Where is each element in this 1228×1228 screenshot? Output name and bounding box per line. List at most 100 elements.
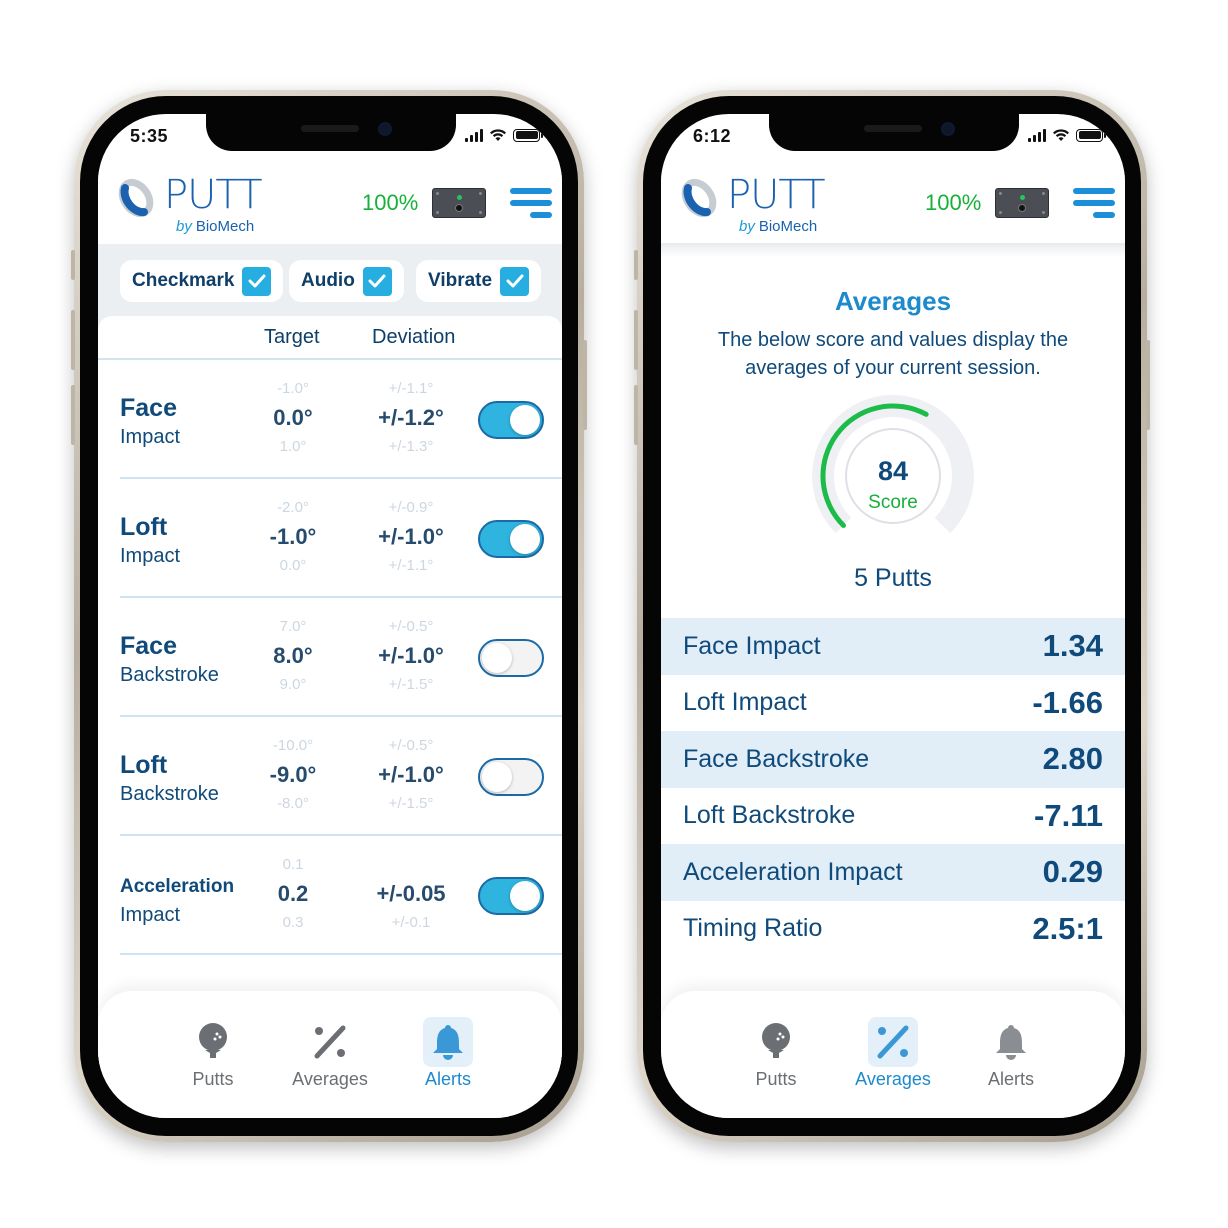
deviation-option-next[interactable]: +/-0.1 xyxy=(366,912,456,934)
enable-toggle[interactable] xyxy=(478,639,544,677)
target-option-prev[interactable]: 0.1 xyxy=(248,854,338,876)
target-value[interactable]: -1.0° xyxy=(248,519,338,555)
cellular-signal-icon xyxy=(465,128,483,142)
target-option-prev[interactable]: -1.0° xyxy=(248,378,338,400)
deviation-option-next[interactable]: +/-1.3° xyxy=(366,436,456,458)
deviation-value[interactable]: +/-1.0° xyxy=(366,519,456,555)
sensor-device-icon[interactable] xyxy=(995,188,1049,218)
average-label: Face Backstroke xyxy=(683,744,870,773)
option-label: Audio xyxy=(301,270,355,291)
target-picker[interactable]: 7.0° 8.0° 9.0° xyxy=(248,616,338,696)
target-option-next[interactable]: 0.0° xyxy=(248,555,338,577)
target-picker[interactable]: 0.1 0.2 0.3 xyxy=(248,854,338,934)
column-header-deviation: Deviation xyxy=(372,326,456,348)
target-picker[interactable]: -2.0° -1.0° 0.0° xyxy=(248,497,338,577)
setting-subname: Backstroke xyxy=(120,664,219,686)
enable-toggle[interactable] xyxy=(478,401,544,439)
setting-subname: Backstroke xyxy=(120,783,219,805)
deviation-picker[interactable]: +/-0.9° +/-1.0° +/-1.1° xyxy=(366,497,456,577)
golf-ball-tee-icon xyxy=(199,1023,227,1058)
checkmark-option[interactable]: Checkmark xyxy=(120,260,284,302)
average-label: Timing Ratio xyxy=(683,914,823,943)
side-button xyxy=(583,340,587,430)
average-row: Acceleration Impact 0.29 xyxy=(661,844,1125,901)
target-value[interactable]: 0.2 xyxy=(248,876,338,912)
average-value: 0.29 xyxy=(1042,854,1103,890)
option-label: Checkmark xyxy=(132,270,235,291)
logo-byline: by BioMech xyxy=(739,218,817,235)
deviation-option-prev[interactable]: +/-0.5° xyxy=(366,735,456,757)
target-option-next[interactable]: 1.0° xyxy=(248,436,338,458)
alerts-screen: 5:35 PUTT by BioMech 100% Checkmark Audi… xyxy=(98,114,562,1118)
hamburger-menu-icon[interactable] xyxy=(510,186,552,220)
deviation-picker[interactable]: +/-1.1° +/-1.2° +/-1.3° xyxy=(366,378,456,458)
average-row: Face Impact 1.34 xyxy=(661,618,1125,675)
target-picker[interactable]: -1.0° 0.0° 1.0° xyxy=(248,378,338,458)
audio-option[interactable]: Audio xyxy=(289,260,404,302)
target-picker[interactable]: -10.0° -9.0° -8.0° xyxy=(248,735,338,815)
deviation-option-prev[interactable]: +/-0.9° xyxy=(366,497,456,519)
enable-toggle[interactable] xyxy=(478,520,544,558)
average-value: 2.5:1 xyxy=(1032,910,1103,946)
enable-toggle[interactable] xyxy=(478,877,544,915)
setting-subname: Impact xyxy=(120,545,181,567)
device-battery-percent: 100% xyxy=(362,190,419,215)
enable-toggle[interactable] xyxy=(478,758,544,796)
device-battery-percent: 100% xyxy=(925,190,982,215)
average-value: 1.34 xyxy=(1042,628,1103,664)
target-option-prev[interactable]: 7.0° xyxy=(248,616,338,638)
tab-alerts[interactable]: Alerts xyxy=(961,1017,1061,1090)
target-option-next[interactable]: 0.3 xyxy=(248,912,338,934)
vibrate-option[interactable]: Vibrate xyxy=(416,260,542,302)
deviation-picker[interactable]: +/-0.5° +/-1.0° +/-1.5° xyxy=(366,616,456,696)
tab-putts[interactable]: Putts xyxy=(163,1017,263,1090)
sensor-device-icon[interactable] xyxy=(432,188,486,218)
target-option-next[interactable]: 9.0° xyxy=(248,674,338,696)
hamburger-menu-icon[interactable] xyxy=(1073,186,1115,220)
checkbox-checked-icon[interactable] xyxy=(242,266,272,296)
average-value: -7.11 xyxy=(1034,797,1103,833)
target-value[interactable]: 0.0° xyxy=(248,400,338,436)
average-row: Loft Backstroke -7.11 xyxy=(661,788,1125,845)
deviation-option-next[interactable]: +/-1.1° xyxy=(366,555,456,577)
target-option-prev[interactable]: -10.0° xyxy=(248,735,338,757)
averages-table: Face Impact 1.34 Loft Impact -1.66 Face Ba… xyxy=(661,618,1125,957)
deviation-value[interactable]: +/-1.2° xyxy=(366,400,456,436)
deviation-option-prev[interactable]: +/-1.1° xyxy=(366,378,456,400)
target-option-next[interactable]: -8.0° xyxy=(248,793,338,815)
tab-averages[interactable]: Averages xyxy=(843,1017,943,1090)
average-value: -1.66 xyxy=(1032,684,1103,720)
setting-name: Acceleration xyxy=(120,876,235,897)
status-icons xyxy=(1028,128,1106,142)
tab-label: Alerts xyxy=(424,1069,471,1089)
battery-icon xyxy=(1076,128,1106,142)
wifi-icon xyxy=(1053,129,1069,141)
deviation-option-prev[interactable]: +/-0.5° xyxy=(366,616,456,638)
volume-up-button xyxy=(634,310,638,370)
tab-label: Alerts xyxy=(987,1069,1034,1089)
deviation-option-next[interactable]: +/-1.5° xyxy=(366,674,456,696)
bell-icon xyxy=(433,1025,463,1060)
deviation-value[interactable]: +/-0.05 xyxy=(366,876,456,912)
alert-settings-table: Target Deviation Face Impact -1.0° 0.0° … xyxy=(98,316,562,1076)
deviation-option-next[interactable]: +/-1.5° xyxy=(366,793,456,815)
logo-brand: BioMech xyxy=(758,218,818,235)
tab-alerts[interactable]: Alerts xyxy=(398,1017,498,1090)
bottom-tab-bar: Putts Averages Alerts xyxy=(661,991,1125,1118)
deviation-picker[interactable]: +/-0.05 +/-0.1 xyxy=(366,854,456,934)
deviation-value[interactable]: +/-1.0° xyxy=(366,757,456,793)
target-value[interactable]: 8.0° xyxy=(248,638,338,674)
divider xyxy=(120,953,562,955)
logo-byline: by BioMech xyxy=(176,218,254,235)
deviation-picker[interactable]: +/-0.5° +/-1.0° +/-1.5° xyxy=(366,735,456,815)
target-value[interactable]: -9.0° xyxy=(248,757,338,793)
option-label: Vibrate xyxy=(428,270,493,291)
status-time: 5:35 xyxy=(130,126,169,146)
tab-putts[interactable]: Putts xyxy=(726,1017,826,1090)
tab-averages[interactable]: Averages xyxy=(280,1017,380,1090)
checkbox-checked-icon[interactable] xyxy=(500,266,530,296)
deviation-value[interactable]: +/-1.0° xyxy=(366,638,456,674)
mute-switch xyxy=(634,250,638,280)
target-option-prev[interactable]: -2.0° xyxy=(248,497,338,519)
checkbox-checked-icon[interactable] xyxy=(362,266,392,296)
